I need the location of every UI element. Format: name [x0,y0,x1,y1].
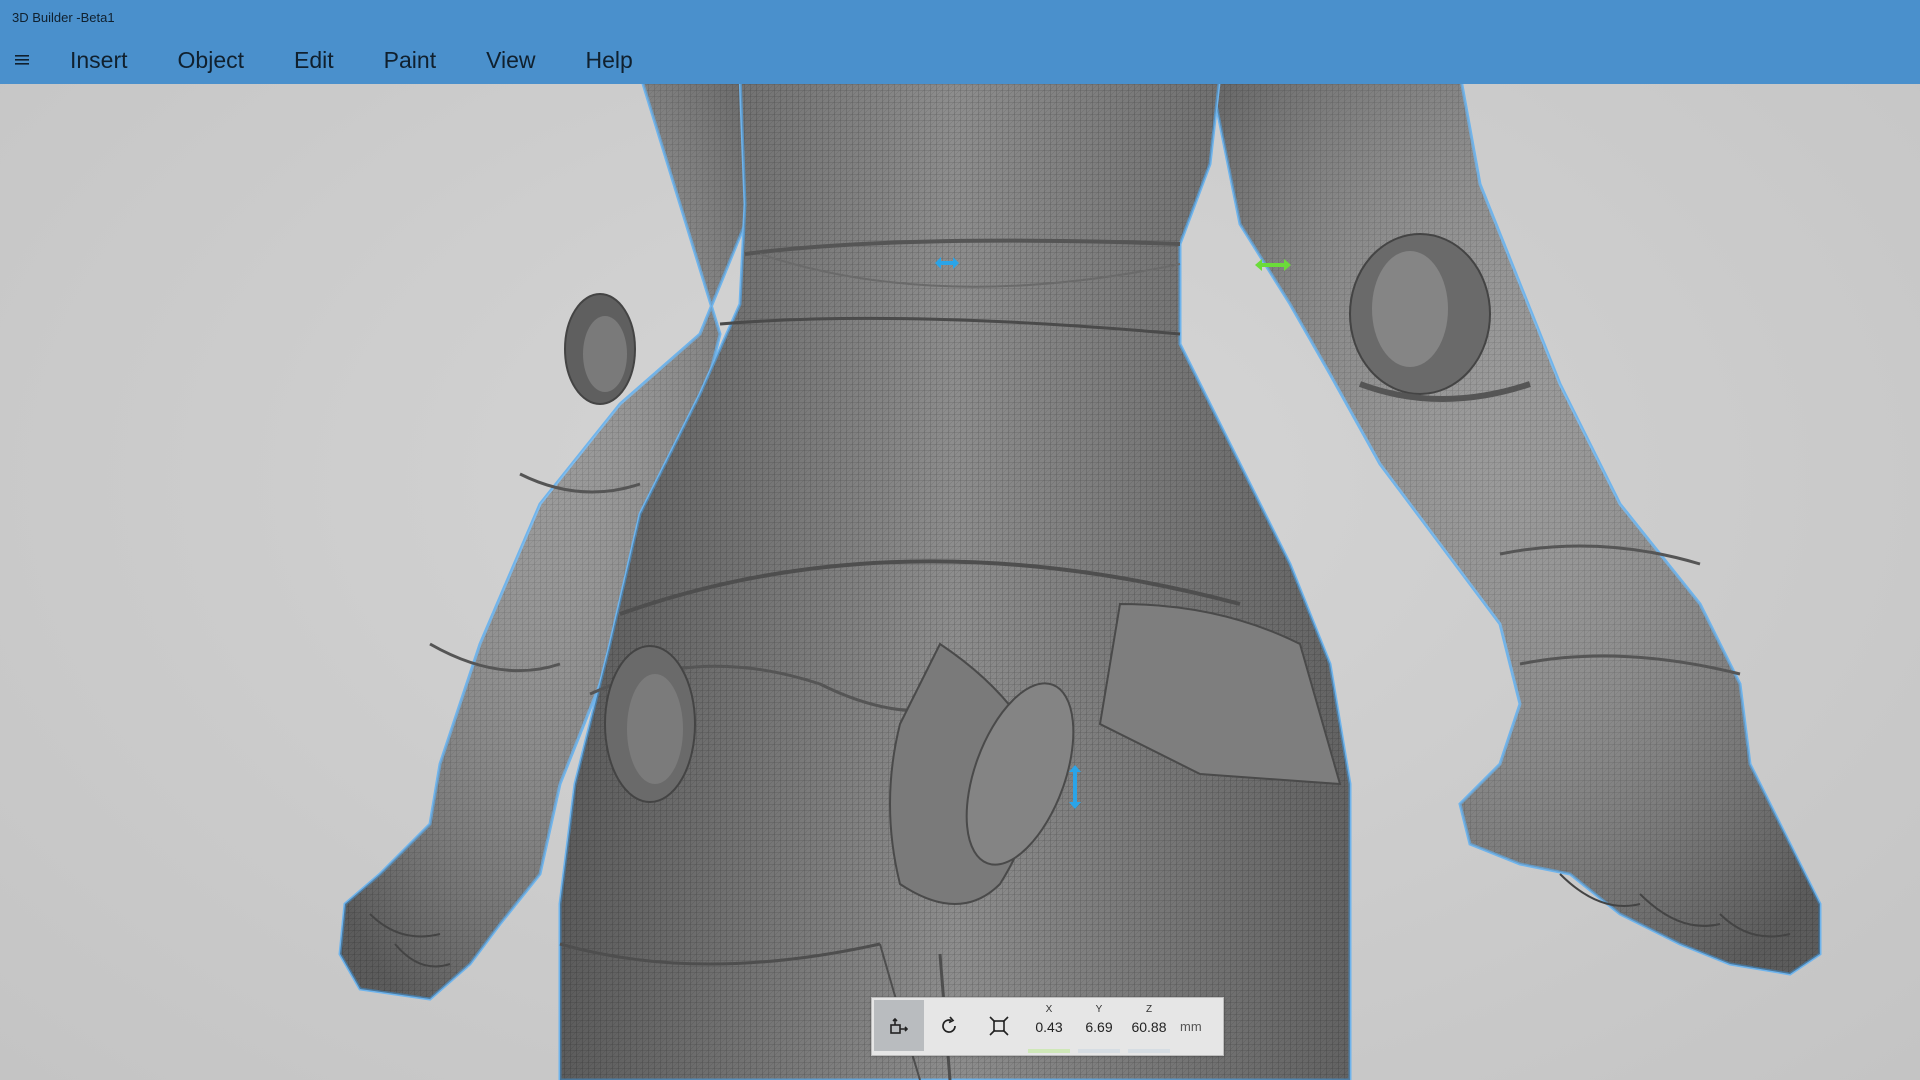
coord-z-label: Z [1145,1004,1153,1015]
coord-y-value: 6.69 [1085,1019,1113,1035]
3d-viewport[interactable] [0,84,1920,1080]
double-arrow-horizontal-icon [1255,259,1291,271]
hamburger-icon [15,55,29,65]
coord-y-indicator [1078,1049,1120,1053]
coord-x-field[interactable]: X 0.43 [1024,998,1074,1055]
unit-label[interactable]: mm [1174,998,1220,1055]
y-axis-move-handle[interactable] [1254,258,1292,272]
coord-z-field[interactable]: Z 60.88 [1124,998,1174,1055]
scale-tool-button[interactable] [974,998,1024,1053]
rotate-icon [942,1015,956,1033]
menu-paint[interactable]: Paint [358,40,454,80]
coord-z-value: 60.88 [1131,1019,1167,1035]
menu-view[interactable]: View [460,40,553,80]
scale-icon [989,1015,1009,1036]
window-title: 3D Builder -Beta1 [12,10,115,25]
rotate-tool-button[interactable] [924,998,974,1053]
x-axis-move-handle[interactable] [934,256,960,270]
window-chrome: 3D Builder -Beta1 Insert Object Edit Pai… [0,0,1920,84]
coord-z-indicator [1128,1049,1170,1053]
z-axis-move-handle[interactable] [1068,764,1082,810]
double-arrow-vertical-icon [1069,765,1081,809]
move-icon [890,1017,909,1034]
coord-x-label: X [1045,1004,1053,1015]
menu-help[interactable]: Help [560,40,651,80]
app-window: 3D Builder -Beta1 Insert Object Edit Pai… [0,0,1920,1080]
coord-x-indicator [1028,1049,1070,1053]
hamburger-menu-button[interactable] [0,40,44,80]
menu-bar: Insert Object Edit Paint View Help [0,40,1920,80]
double-arrow-horizontal-icon [935,257,959,269]
menu-object[interactable]: Object [152,40,262,80]
move-tool-button[interactable] [874,1000,924,1051]
menu-edit[interactable]: Edit [268,40,352,80]
menu-insert[interactable]: Insert [44,40,146,80]
coord-x-value: 0.43 [1035,1019,1063,1035]
torso [558,84,1352,1080]
coord-y-label: Y [1095,1004,1103,1015]
transform-toolbar: X 0.43 Y 6.69 Z 60.88 mm [871,997,1224,1056]
doll-model[interactable] [0,84,1920,1080]
coord-y-field[interactable]: Y 6.69 [1074,998,1124,1055]
